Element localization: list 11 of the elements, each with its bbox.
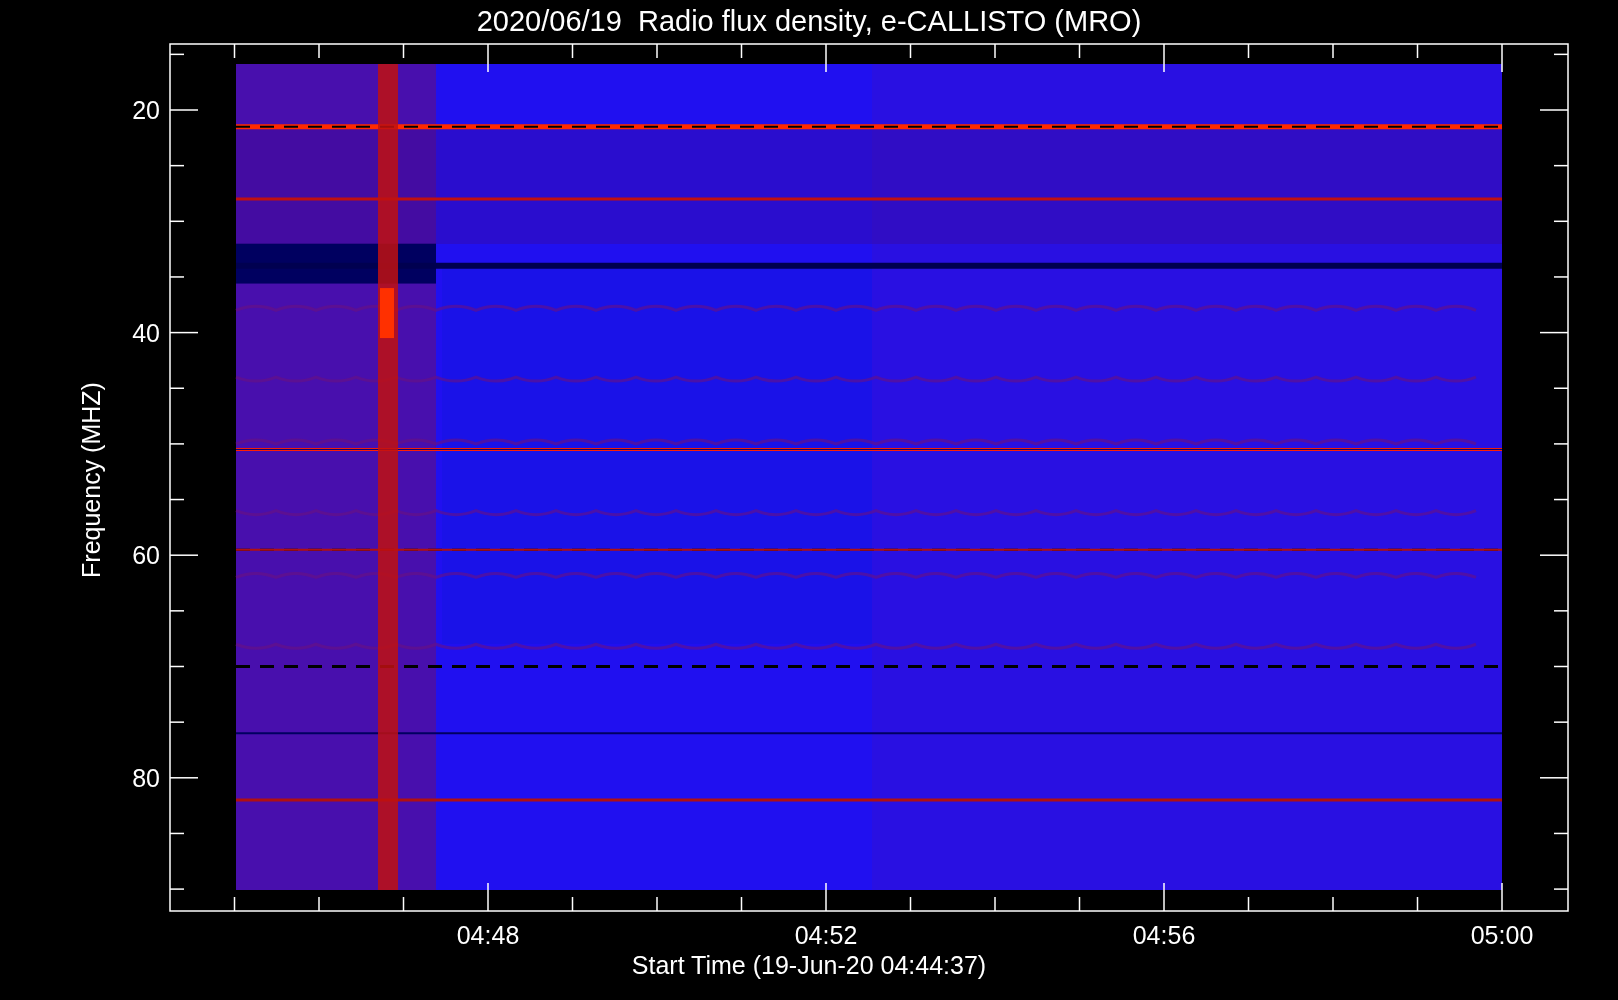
tick-label: 04:48	[456, 921, 520, 949]
tick-label: 04:52	[794, 921, 858, 949]
tick-label: 40	[132, 318, 160, 347]
tick-label: 05:00	[1470, 921, 1534, 949]
tick-label: 04:56	[1132, 921, 1196, 949]
axis-label: Frequency (MHZ)	[77, 382, 105, 578]
axis-label: Start Time (19-Jun-20 04:44:37)	[631, 951, 987, 979]
tick-label: 80	[132, 763, 160, 792]
tick-label: 60	[132, 541, 160, 570]
tick-label: 20	[132, 96, 160, 124]
chart-title: 2020/06/19 Radio flux density, e-CALLISTO (MRO)	[476, 5, 1142, 37]
